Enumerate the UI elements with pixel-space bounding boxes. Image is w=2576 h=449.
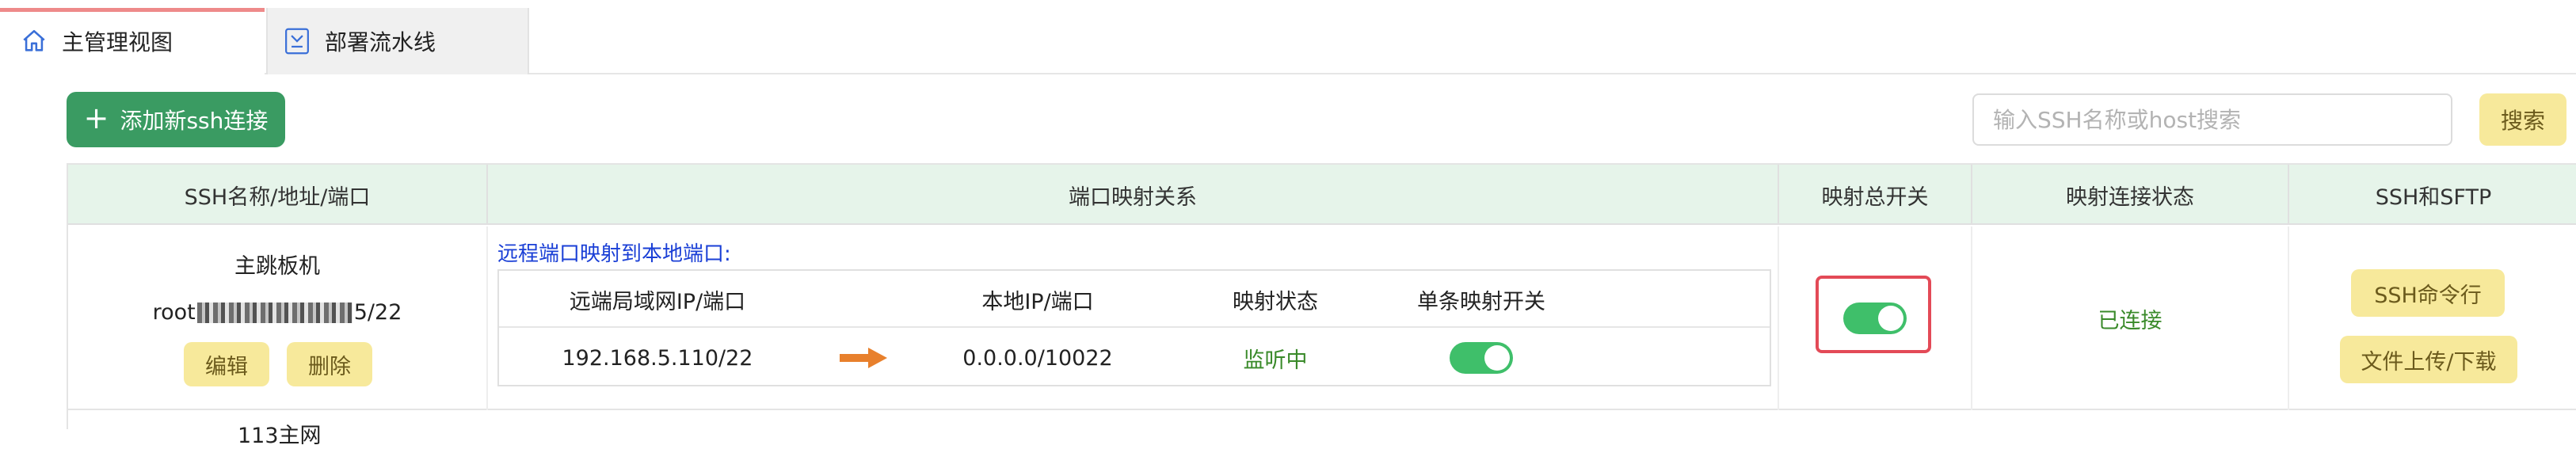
single-mapping-switch-cell [1370,329,1592,386]
mapping-header-status: 映射状态 [1233,289,1318,314]
mapping-local: 0.0.0.0/10022 [962,345,1113,371]
ssh-sftp-cell: SSH命令行 文件上传/下载 [2289,226,2576,410]
delete-button[interactable]: 删除 [287,342,372,386]
tab-main-management[interactable]: 主管理视图 [0,8,265,74]
port-mapping-cell: 远程端口映射到本地端口: 远端局域网IP/端口 本地IP/端口 映射状态 单条映… [488,226,1779,410]
mapping-header-remote: 远端局域网IP/端口 [569,289,746,314]
host-address-suffix: 5/22 [353,300,402,325]
highlight-annotation [1816,276,1931,353]
connection-status: 已连接 [2098,308,2163,333]
next-row-host-name: 113主网 [238,424,322,448]
tab-label: 部署流水线 [325,29,436,55]
table-header: SSH名称/地址/端口 端口映射关系 映射总开关 映射连接状态 SSH和SFTP [68,165,2576,225]
plus-icon: + [83,101,109,135]
column-header-mapping: 端口映射关系 [488,165,1779,225]
pipeline-icon [285,28,309,55]
mapping-header-local: 本地IP/端口 [981,289,1094,314]
host-address-prefix: root [152,300,196,325]
edit-button[interactable]: 编辑 [184,342,269,386]
host-name: 主跳板机 [234,254,320,279]
tab-deploy-pipeline[interactable]: 部署流水线 [266,8,529,74]
single-mapping-toggle[interactable] [1450,342,1513,374]
redacted-address [196,302,352,323]
tab-bar: 主管理视图 部署流水线 [0,0,2576,74]
mapping-header-switch: 单条映射开关 [1417,289,1545,314]
ssh-table: SSH名称/地址/端口 端口映射关系 映射总开关 映射连接状态 SSH和SFTP… [67,163,2576,429]
column-header-ssh-sftp: SSH和SFTP [2375,185,2492,210]
add-button-label: 添加新ssh连接 [120,108,269,134]
mapping-status: 监听中 [1243,348,1308,373]
table-row: 主跳板机 root 5/22 编辑 删除 远程端口映射到本地端口: 远端局域网I… [68,226,2576,410]
mapping-remote: 192.168.5.110/22 [562,345,753,371]
toggle-knob [1484,345,1510,371]
ssh-info-cell: 主跳板机 root 5/22 编辑 删除 [68,226,488,410]
connection-status-cell: 已连接 [1972,226,2289,410]
file-transfer-button[interactable]: 文件上传/下载 [2340,336,2517,383]
search-input[interactable] [1972,93,2452,146]
arrow-right-icon [816,329,911,386]
mapping-row: 192.168.5.110/22 0.0.0.0/10022 监听中 [499,329,1770,386]
ssh-terminal-button[interactable]: SSH命令行 [2351,269,2505,317]
column-header-ssh: SSH名称/地址/端口 [68,165,488,225]
mapping-table-header: 远端局域网IP/端口 本地IP/端口 映射状态 单条映射开关 [499,271,1770,328]
add-ssh-connection-button[interactable]: + 添加新ssh连接 [67,92,285,147]
mapping-table: 远端局域网IP/端口 本地IP/端口 映射状态 单条映射开关 192.168.5… [497,269,1771,386]
mapping-title: 远程端口映射到本地端口: [497,242,731,266]
column-header-master-switch: 映射总开关 [1779,165,1972,225]
tab-label: 主管理视图 [62,29,173,55]
column-header-connection-status: 映射连接状态 [1972,165,2289,225]
search-button[interactable]: 搜索 [2479,93,2566,146]
home-icon [23,29,45,51]
host-address: root 5/22 [68,300,486,325]
